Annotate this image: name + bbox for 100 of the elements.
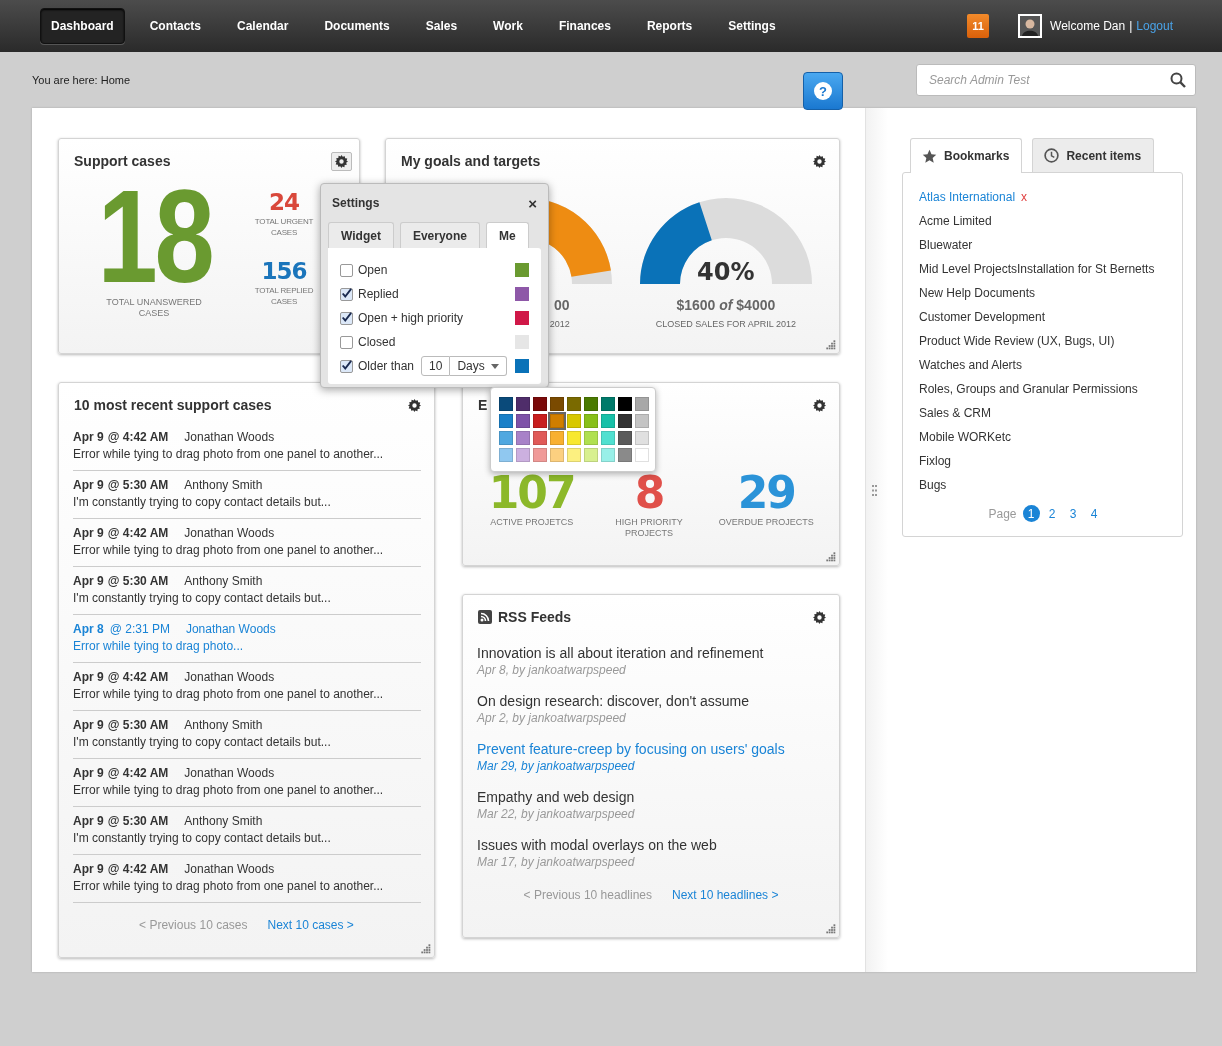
bookmark-link[interactable]: Product Wide Review (UX, Bugs, UI) [919,329,1115,353]
color-swatch[interactable] [515,335,529,349]
bookmark-link[interactable]: Sales & CRM [919,401,992,425]
color-swatch[interactable] [499,431,513,445]
color-swatch[interactable] [533,431,547,445]
color-swatch[interactable] [567,448,581,462]
close-button[interactable]: × [528,194,537,212]
color-swatch[interactable] [515,359,529,373]
nav-tab[interactable]: Reports [635,8,704,44]
bookmark-link[interactable]: Watches and Alerts [919,353,1022,377]
bookmark-link[interactable]: Bugs [919,473,947,497]
amount-field[interactable]: 10 [421,356,451,376]
case-summary-link[interactable]: Error while tying to drag photo... [73,638,421,655]
color-swatch[interactable] [550,397,564,411]
remove-link[interactable]: x [1021,185,1028,209]
logout-link[interactable]: Logout [1136,19,1173,33]
sidebar-tab[interactable]: Recent items [1032,138,1155,172]
bookmark-link[interactable]: Customer Development [919,305,1046,329]
color-swatch[interactable] [618,448,632,462]
scope-tab[interactable]: Widget [328,222,394,248]
case-summary-link[interactable]: Error while tying to drag photo from one panel to another... [73,878,421,895]
feed-headline-link[interactable]: Issues with modal overlays on the web [477,836,825,854]
feed-headline-link[interactable]: Empathy and web design [477,788,825,806]
nav-tab[interactable]: Contacts [138,8,213,44]
color-swatch[interactable] [550,448,564,462]
color-swatch[interactable] [584,397,598,411]
search-icon[interactable] [1170,72,1186,88]
color-swatch[interactable] [515,311,529,325]
color-swatch[interactable] [635,414,649,428]
nav-tab[interactable]: Work [482,8,534,44]
unit-dropdown[interactable]: Days [450,356,508,376]
color-swatch[interactable] [533,448,547,462]
nav-tab[interactable]: Sales [414,8,469,44]
nav-tab[interactable]: Dashboard [40,8,125,44]
color-swatch[interactable] [635,397,649,411]
color-swatch[interactable] [515,287,529,301]
color-swatch[interactable] [618,397,632,411]
bookmark-link[interactable]: Acme Limited [919,209,992,233]
color-swatch[interactable] [601,448,615,462]
page-link[interactable]: 2 [1043,505,1061,522]
color-swatch[interactable] [567,431,581,445]
case-summary-link[interactable]: Error while tying to drag photo from one panel to another... [73,686,421,703]
color-swatch[interactable] [499,414,513,428]
color-swatch[interactable] [567,414,581,428]
drag-handle-icon[interactable] [872,485,877,496]
checkbox[interactable] [340,287,353,301]
color-swatch[interactable] [516,397,530,411]
nav-tab[interactable]: Finances [547,8,622,44]
case-summary-link[interactable]: Error while tying to drag photo from one panel to another... [73,542,421,559]
checkbox[interactable] [340,263,353,277]
page-link[interactable]: 1 [1022,505,1040,522]
scope-tab[interactable]: Me [485,222,529,248]
page-link[interactable]: 3 [1064,505,1082,522]
color-swatch[interactable] [515,263,529,277]
resize-grip-icon[interactable] [825,923,836,934]
bookmark-link[interactable]: Bluewater [919,233,973,257]
feed-headline-link[interactable]: Prevent feature-creep by focusing on users' goals [477,740,825,758]
settings-icon[interactable] [813,398,826,412]
color-swatch[interactable] [584,431,598,445]
color-swatch[interactable] [601,431,615,445]
color-swatch[interactable] [635,431,649,445]
help-button[interactable]: ? [803,72,843,110]
color-swatch[interactable] [516,414,530,428]
bookmark-link[interactable]: Fixlog [919,449,951,473]
resize-grip-icon[interactable] [825,551,836,562]
case-summary-link[interactable]: Error while tying to drag photo from one panel to another... [73,782,421,799]
checkbox[interactable] [340,335,353,349]
color-swatch[interactable] [618,414,632,428]
bookmark-link[interactable]: Atlas International [919,185,1016,209]
case-summary-link[interactable]: I'm constantly trying to copy contact details but... [73,830,421,847]
next-page-link[interactable]: Next 10 cases > [267,918,354,932]
color-swatch[interactable] [584,448,598,462]
bookmark-link[interactable]: Mid Level ProjectsInstallation for St Bernetts [919,257,1155,281]
bookmark-link[interactable]: New Help Documents [919,281,1036,305]
case-summary-link[interactable]: I'm constantly trying to copy contact details but... [73,494,421,511]
color-swatch[interactable] [601,397,615,411]
color-swatch[interactable] [635,448,649,462]
color-swatch[interactable] [499,397,513,411]
color-swatch[interactable] [499,448,513,462]
sidebar-tab[interactable]: Bookmarks [910,138,1023,173]
nav-tab[interactable]: Documents [313,8,401,44]
settings-icon[interactable] [813,610,826,624]
feed-headline-link[interactable]: On design research: discover, don't assume [477,692,825,710]
color-swatch[interactable] [584,414,598,428]
feed-headline-link[interactable]: Innovation is all about iteration and refinement [477,644,825,662]
color-swatch[interactable] [618,431,632,445]
settings-button[interactable] [331,151,352,171]
color-swatch[interactable] [550,431,564,445]
color-swatch[interactable] [533,397,547,411]
page-link[interactable]: 4 [1085,505,1103,522]
checkbox[interactable] [340,359,353,373]
settings-icon[interactable] [408,398,421,412]
search-field[interactable]: Search Admin Test [916,64,1196,96]
next-page-link[interactable]: Next 10 headlines > [672,888,779,902]
checkbox[interactable] [340,311,353,325]
bookmark-link[interactable]: Roles, Groups and Granular Permissions [919,377,1138,401]
color-swatch[interactable] [601,414,615,428]
resize-grip-icon[interactable] [420,943,431,954]
settings-icon[interactable] [813,154,826,168]
color-swatch[interactable] [516,448,530,462]
